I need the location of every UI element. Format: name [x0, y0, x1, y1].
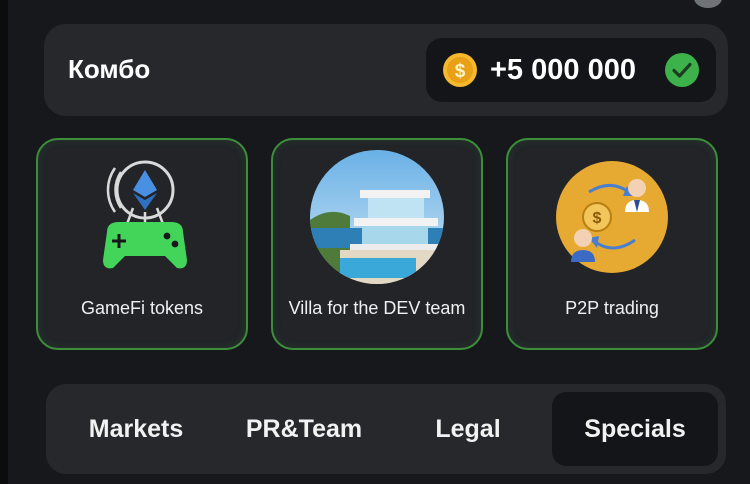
card-label: P2P trading — [565, 298, 659, 318]
tab-markets[interactable]: Markets — [54, 392, 218, 466]
svg-text:$: $ — [455, 61, 466, 82]
villa-image — [310, 150, 444, 284]
combo-reward-pill: $ +5 000 000 — [426, 38, 716, 102]
combo-reward-amount: +5 000 000 — [490, 54, 636, 86]
p2p-trading-icon: $ — [556, 161, 668, 273]
card-label: GameFi tokens — [80, 298, 204, 318]
card-villa[interactable]: Villa for the DEV team — [271, 138, 483, 350]
card-p2p-trading[interactable]: $ P2P trading — [506, 138, 718, 350]
card-label: Villa for the DEV team — [288, 298, 466, 318]
category-tabs: Markets PR&Team Legal Specials — [46, 384, 726, 474]
tab-pr-team[interactable]: PR&Team — [222, 392, 386, 466]
check-icon — [665, 53, 699, 87]
top-icon-partial[interactable] — [694, 0, 722, 8]
tab-specials[interactable]: Specials — [552, 392, 718, 466]
coin-icon: $ — [443, 53, 477, 87]
tab-legal[interactable]: Legal — [386, 392, 550, 466]
gamefi-icon — [103, 160, 187, 269]
main-panel: Комбо $ +5 000 000 GameFi tokens Villa f… — [8, 0, 750, 484]
combo-label: Комбо — [68, 54, 151, 84]
card-gamefi-tokens[interactable]: GameFi tokens — [36, 138, 248, 350]
combo-bar: Комбо $ +5 000 000 — [44, 24, 728, 116]
svg-text:$: $ — [593, 210, 602, 227]
